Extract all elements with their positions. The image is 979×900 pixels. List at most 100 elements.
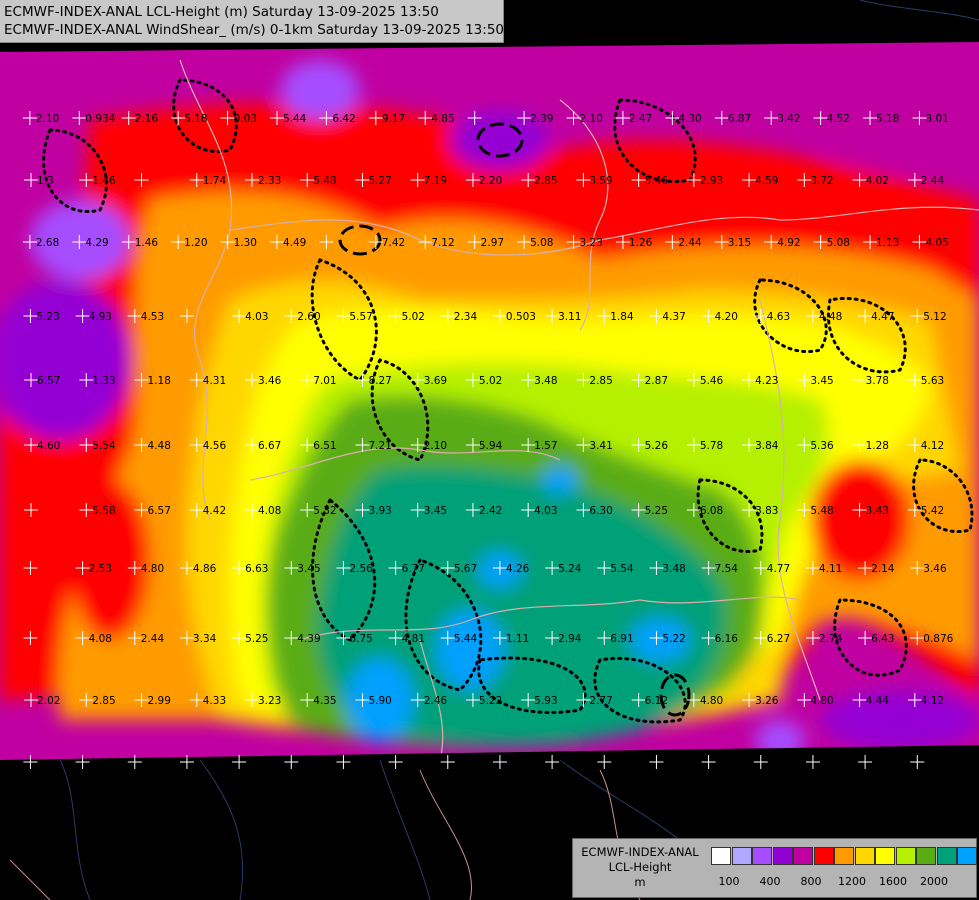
grid-value-label: 5.78 xyxy=(700,440,723,452)
grid-value-label: 4.49 xyxy=(283,237,306,249)
grid-value-label: 4.37 xyxy=(662,311,685,323)
grid-value-label: 5.46 xyxy=(645,175,669,187)
grid-value-label: 5.57 xyxy=(349,311,372,323)
grid-value-label: 3.45 xyxy=(810,375,833,387)
grid-value-label: 4.48 xyxy=(819,311,842,323)
grid-value-label: 3.22 xyxy=(506,757,529,769)
grid-value-label: 1.18 xyxy=(148,375,171,387)
grid-value-label: 2.44 xyxy=(678,237,702,249)
legend-tick-label: 2000 xyxy=(920,875,948,888)
legend-tick-label: 800 xyxy=(800,875,822,888)
grid-value-label: 5.24 xyxy=(558,563,582,575)
legend-swatch xyxy=(957,847,977,865)
grid-value-label: 3.48 xyxy=(534,375,557,387)
grid-value-label: 4.92 xyxy=(777,237,800,249)
legend-swatch xyxy=(772,847,793,865)
grid-value-label: 4.39 xyxy=(297,633,320,645)
grid-value-label: 4.26 xyxy=(506,563,530,575)
grid-value-label: 4.12 xyxy=(921,695,944,707)
grid-value-label: 1.13 xyxy=(876,237,899,249)
grid-value-label: 4.12 xyxy=(921,440,944,452)
grid-value-label: 6.51 xyxy=(313,440,336,452)
title-line-1: ECMWF-INDEX-ANAL LCL-Height (m) Saturday… xyxy=(4,4,439,20)
grid-value-label: 6.57 xyxy=(148,505,171,517)
grid-value-label: 5.25 xyxy=(245,633,268,645)
legend-line-2: LCL-Height xyxy=(608,860,672,874)
grid-value-label: 2.97 xyxy=(481,237,504,249)
legend-tick-label: 1200 xyxy=(838,875,866,888)
grid-value-label: 0.503 xyxy=(506,311,536,323)
grid-value-label: 3.79 xyxy=(454,757,477,769)
grid-value-label: 3.01 xyxy=(925,113,948,125)
grid-value-label: 5.23 xyxy=(36,311,59,323)
grid-value-label: 2.46 xyxy=(424,695,448,707)
grid-value-label: 5.25 xyxy=(645,505,668,517)
grid-value-label: 5.08 xyxy=(530,237,553,249)
grid-value-label: 4.77 xyxy=(767,563,790,575)
grid-value-label: 0.934 xyxy=(85,113,115,125)
grid-value-label: 4.81 xyxy=(402,633,425,645)
grid-value-label: 4.86 xyxy=(193,563,217,575)
grid-value-label: 3.23 xyxy=(580,237,603,249)
grid-value-label: 5.22 xyxy=(662,633,685,645)
grid-value-label: 3.48 xyxy=(662,563,685,575)
grid-value-label: 6.77 xyxy=(402,563,425,575)
grid-value-label: 5.48 xyxy=(810,505,833,517)
grid-value-label: 5.90 xyxy=(368,695,391,707)
grid-value-label: 4.60 xyxy=(37,440,60,452)
grid-value-label: 2.39 xyxy=(530,113,553,125)
grid-value-label: 4.08 xyxy=(258,505,281,517)
grid-value-label: 1.33 xyxy=(92,375,115,387)
grid-value-label: 3.69 xyxy=(424,375,447,387)
grid-value-label: 5.48 xyxy=(313,175,336,187)
grid-value-label: 4.31 xyxy=(203,375,226,387)
grid-value-label: 2.42 xyxy=(479,505,502,517)
grid-value-label: 2.44 xyxy=(141,633,165,645)
grid-value-label: 3.45 xyxy=(297,563,320,575)
grid-value-label: 7.12 xyxy=(431,237,454,249)
grid-value-label: 6.27 xyxy=(767,633,790,645)
grid-value-label: 5.93 xyxy=(534,695,557,707)
grid-value-label: 1.26 xyxy=(629,237,653,249)
grid-value-label: 4.47 xyxy=(871,311,894,323)
grid-value-label: 3.72 xyxy=(810,175,833,187)
legend-tick-label: 100 xyxy=(718,875,740,888)
grid-value-label: 2.10 xyxy=(424,440,447,452)
grid-value-label: 4.08 xyxy=(89,633,112,645)
grid-value-label: 5.58 xyxy=(92,505,115,517)
grid-value-label: 4.02 xyxy=(866,175,889,187)
legend-swatch xyxy=(854,847,875,865)
grid-value-label: 2.87 xyxy=(645,375,668,387)
grid-value-label: 5.44 xyxy=(454,633,478,645)
grid-value-label: 4.20 xyxy=(715,311,738,323)
grid-value-label: 2.14 xyxy=(871,563,895,575)
grid-value-label: 6.43 xyxy=(871,633,894,645)
grid-value-label: 3.34 xyxy=(193,633,217,645)
grid-value-label: 4.03 xyxy=(245,311,268,323)
legend-swatch xyxy=(731,847,752,865)
grid-value-label: 4.71 xyxy=(871,757,894,769)
grid-value-label: 1.57 xyxy=(534,440,557,452)
grid-value-label: 5.26 xyxy=(645,440,669,452)
grid-value-label: 4.63 xyxy=(767,311,790,323)
grid-value-label: 2.94 xyxy=(558,633,582,645)
grid-value-label: 2.44 xyxy=(921,175,945,187)
grid-value-label: 3.46 xyxy=(923,563,947,575)
grid-value-label: 6.42 xyxy=(332,113,355,125)
legend-swatch xyxy=(916,847,936,865)
grid-value-label: 2.10 xyxy=(36,113,59,125)
grid-value-label: 3.46 xyxy=(258,375,282,387)
grid-value-label: 5.32 xyxy=(313,505,336,517)
grid-value-label: 1.11 xyxy=(506,633,529,645)
grid-value-label: 5.46 xyxy=(700,375,724,387)
grid-value-label: 4.93 xyxy=(89,311,112,323)
grid-value-label: 1.84 xyxy=(610,311,634,323)
grid-value-label: 2.99 xyxy=(148,695,171,707)
grid-value-label: 3.43 xyxy=(866,505,889,517)
grid-value-label: 5.94 xyxy=(479,440,503,452)
grid-value-label: 6.91 xyxy=(610,633,633,645)
grid-value-label: 4.52 xyxy=(827,113,850,125)
grid-value-label: 3.59 xyxy=(589,175,612,187)
grid-value-label: 1.20 xyxy=(184,237,207,249)
grid-value-label: 5.54 xyxy=(610,563,634,575)
